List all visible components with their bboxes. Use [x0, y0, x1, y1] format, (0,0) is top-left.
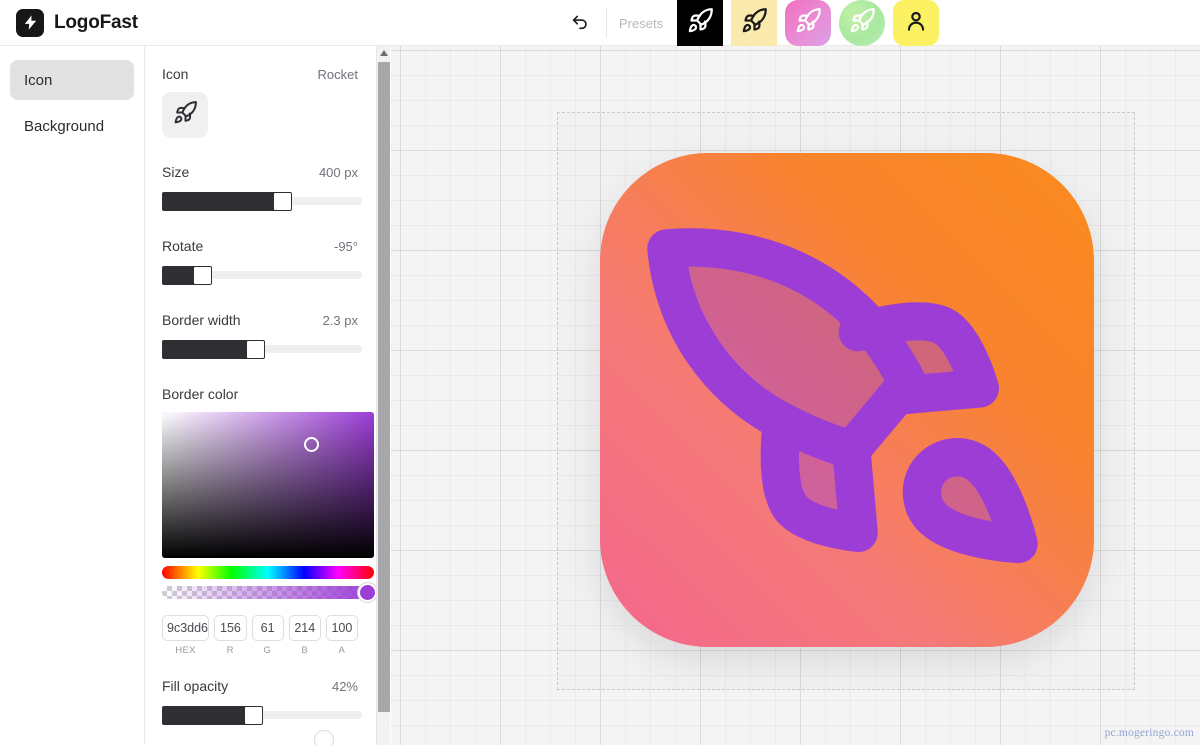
slider-fill [162, 340, 255, 359]
preview-canvas[interactable]: pc.mogeringo.com [391, 46, 1200, 745]
alpha-knob[interactable] [358, 583, 377, 602]
hex-sublabel: HEX [175, 645, 196, 656]
fill-opacity-value: 42% [331, 679, 358, 694]
brand-name: LogoFast [54, 11, 138, 33]
border-width-value: 2.3 px [322, 313, 358, 328]
icon-label: Icon [162, 66, 189, 82]
presets-row [677, 0, 940, 46]
border-width-slider[interactable] [162, 338, 362, 360]
preset-swatch-5[interactable] [893, 0, 940, 46]
watermark: pc.mogeringo.com [1104, 727, 1194, 739]
alpha-input[interactable]: 100 [325, 615, 358, 641]
slider-knob[interactable] [273, 192, 292, 211]
person-icon [903, 8, 929, 39]
brand: LogoFast [0, 8, 138, 37]
saturation-value-picker[interactable] [162, 412, 374, 558]
slider-fill [162, 192, 282, 211]
red-input[interactable]: 156 [214, 615, 247, 641]
scroll-up-arrow-icon[interactable] [377, 46, 391, 60]
rocket-icon [630, 183, 1063, 616]
border-color-row-header: Border color [162, 386, 358, 402]
color-fields-row: 9c3dd6 156 61 214 100 [162, 615, 358, 641]
preset-swatch-2[interactable] [731, 0, 778, 46]
rotate-label: Rotate [162, 238, 204, 254]
slider-fill [162, 706, 253, 725]
slider-knob[interactable] [246, 340, 265, 359]
icon-picker-button[interactable] [162, 92, 208, 138]
blue-input[interactable]: 214 [288, 615, 321, 641]
preset-swatch-4[interactable] [839, 0, 886, 46]
size-row-header: Size 400 px [162, 164, 358, 180]
secondary-round-knob[interactable] [314, 730, 334, 745]
rocket-icon [741, 7, 768, 39]
border-color-label: Border color [162, 386, 239, 402]
preset-swatch-1[interactable] [677, 0, 724, 46]
color-fields-labels: HEX R G B A [162, 645, 358, 656]
presets-label: Presets [619, 15, 664, 31]
header-divider [606, 8, 607, 38]
size-slider[interactable] [162, 190, 362, 212]
control-panel: Icon Rocket Size 400 px Rotate -95° Bord… [146, 46, 390, 745]
hue-slider[interactable] [162, 566, 374, 579]
sidebar: Icon Background [0, 46, 145, 745]
slider-knob[interactable] [193, 266, 212, 285]
fill-opacity-label: Fill opacity [162, 678, 229, 694]
rocket-icon [687, 7, 714, 39]
rotate-slider[interactable] [162, 264, 362, 286]
logo-preview[interactable] [600, 153, 1094, 647]
lightning-bolt-icon [16, 8, 44, 37]
size-value: 400 px [318, 165, 358, 180]
fill-opacity-slider[interactable] [162, 704, 362, 745]
header-controls: Presets [560, 0, 940, 46]
sidebar-item-icon[interactable]: Icon [10, 60, 134, 100]
icon-value: Rocket [317, 67, 358, 82]
preset-swatch-3[interactable] [785, 0, 832, 46]
rocket-icon [795, 7, 822, 39]
size-label: Size [162, 164, 190, 180]
alpha-sublabel: A [338, 645, 346, 656]
undo-arrow-icon [569, 10, 591, 37]
fill-opacity-row-header: Fill opacity 42% [162, 678, 358, 694]
sv-black-layer [162, 412, 374, 558]
border-width-label: Border width [162, 312, 241, 328]
alpha-slider[interactable] [162, 583, 377, 602]
green-input[interactable]: 61 [251, 615, 284, 641]
sidebar-item-label: Background [24, 117, 105, 135]
blue-sublabel: B [301, 645, 308, 656]
app-header: LogoFast Presets [0, 0, 1200, 46]
icon-row-header: Icon Rocket [162, 66, 358, 82]
rocket-icon [173, 100, 198, 130]
sidebar-item-label: Icon [24, 71, 53, 89]
rotate-value: -95° [334, 239, 358, 254]
rocket-icon [849, 7, 876, 39]
green-sublabel: G [263, 645, 272, 656]
alpha-gradient [162, 586, 374, 599]
undo-button[interactable] [560, 3, 600, 43]
hex-input[interactable]: 9c3dd6 [162, 615, 210, 641]
red-sublabel: R [226, 645, 234, 656]
sv-handle[interactable] [304, 437, 319, 452]
panel-scrollbar[interactable] [376, 46, 390, 745]
sidebar-item-background[interactable]: Background [10, 106, 134, 146]
rotate-row-header: Rotate -95° [162, 238, 358, 254]
border-width-row-header: Border width 2.3 px [162, 312, 358, 328]
scrollbar-thumb[interactable] [378, 62, 390, 712]
slider-knob[interactable] [244, 706, 263, 725]
